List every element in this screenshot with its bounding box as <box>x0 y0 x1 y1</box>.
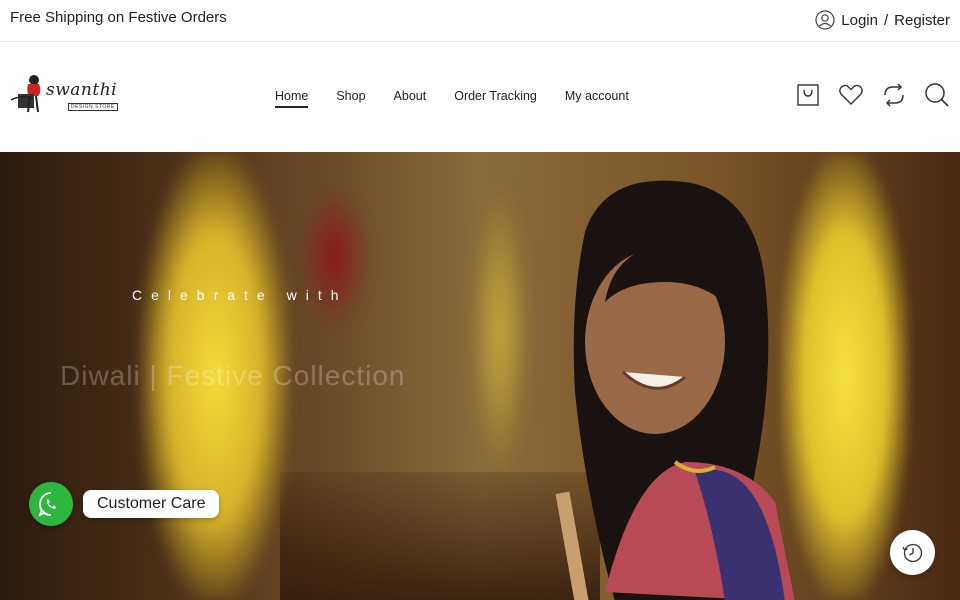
user-icon <box>815 10 835 30</box>
search-icon <box>925 83 949 107</box>
whatsapp-button[interactable] <box>29 482 73 526</box>
promo-text: Free Shipping on Festive Orders <box>10 9 227 26</box>
hero-headline: Diwali | Festive Collection <box>60 360 406 391</box>
background-marigold <box>470 182 530 482</box>
logo-subtitle: DESIGN STORE <box>68 103 118 111</box>
hero-banner: Celebrate with Diwali | Festive Collecti… <box>0 152 960 600</box>
header-icons <box>795 82 950 108</box>
nav-home[interactable]: Home <box>275 89 309 108</box>
register-link[interactable]: Register <box>894 12 950 29</box>
history-icon <box>901 543 922 562</box>
site-logo[interactable]: swanthi DESIGN STORE <box>8 72 124 122</box>
cart-button[interactable] <box>795 82 821 108</box>
whatsapp-icon <box>38 492 56 517</box>
nav-my-account[interactable]: My account <box>565 89 629 108</box>
search-button[interactable] <box>924 82 950 108</box>
wishlist-button[interactable] <box>838 82 864 108</box>
login-register-link[interactable]: Login / Register <box>815 10 950 30</box>
main-nav: Home Shop About Order Tracking My accoun… <box>275 89 657 108</box>
customer-care-label[interactable]: Customer Care <box>83 490 220 518</box>
site-header: swanthi DESIGN STORE Home Shop About Ord… <box>0 42 960 152</box>
compare-button[interactable] <box>881 82 907 108</box>
login-link[interactable]: Login <box>841 12 878 29</box>
cart-icon <box>797 84 819 106</box>
hero-model-image <box>555 180 795 600</box>
background-lantern <box>300 182 370 332</box>
logo-text: swanthi <box>46 80 118 100</box>
nav-order-tracking[interactable]: Order Tracking <box>454 89 537 108</box>
top-bar: Free Shipping on Festive Orders Login / … <box>0 0 960 42</box>
hero-subtitle: Celebrate with <box>132 287 348 303</box>
heart-icon <box>839 84 863 105</box>
nav-about[interactable]: About <box>394 89 427 108</box>
marigold-garland-right <box>780 152 910 600</box>
separator: / <box>883 11 889 29</box>
nav-shop[interactable]: Shop <box>336 89 365 108</box>
customer-care-widget[interactable]: Customer Care <box>29 482 220 526</box>
recently-viewed-button[interactable] <box>890 530 935 575</box>
compare-icon <box>884 83 904 107</box>
logo-figure-icon <box>10 75 41 113</box>
